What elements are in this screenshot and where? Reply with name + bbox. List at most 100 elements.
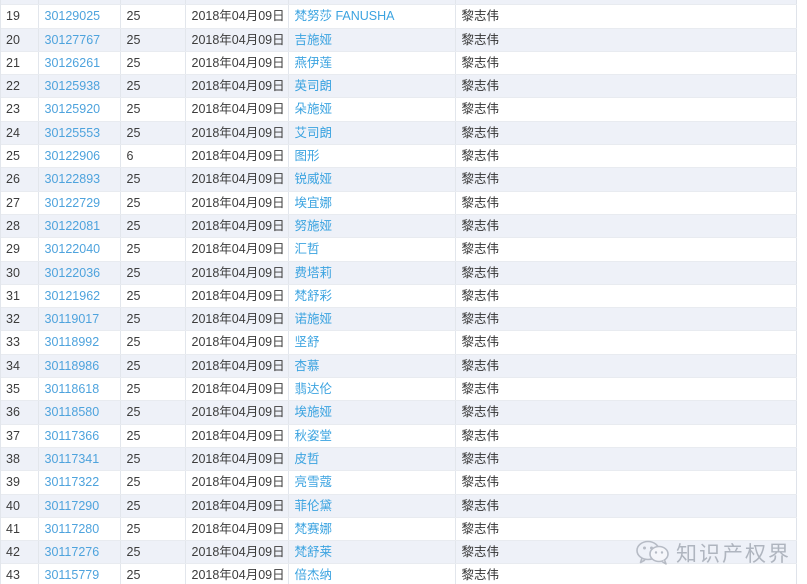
cell-reg_no[interactable]: 30126261 bbox=[38, 51, 121, 76]
cell-tm_name[interactable]: 倍杰纳 bbox=[288, 563, 456, 584]
cell-tm_name[interactable]: 燕伊莲 bbox=[288, 51, 456, 76]
table-row[interactable]: 40 30117290 25 2018年04月09日 菲伦黛 黎志伟 bbox=[0, 494, 797, 518]
cell-reg_no[interactable]: 30125553 bbox=[38, 121, 121, 146]
cell-tm_name[interactable]: 汇哲 bbox=[288, 237, 456, 262]
cell-tm_name[interactable]: 埃宜娜 bbox=[288, 191, 456, 215]
cell-tm_name-text[interactable]: 亮雪蔻 bbox=[295, 475, 333, 489]
cell-reg_no[interactable]: 30122906 bbox=[38, 144, 121, 169]
cell-reg_no-text[interactable]: 30126261 bbox=[45, 56, 101, 70]
cell-tm_name[interactable]: 菲伦黛 bbox=[288, 494, 456, 518]
cell-tm_name-text[interactable]: 图形 bbox=[295, 149, 320, 163]
cell-reg_no[interactable]: 30117276 bbox=[38, 540, 121, 565]
cell-reg_no[interactable]: 30117290 bbox=[38, 494, 121, 518]
table-row[interactable]: 39 30117322 25 2018年04月09日 亮雪蔻 黎志伟 bbox=[0, 470, 797, 495]
cell-tm_name-text[interactable]: 翡达伦 bbox=[295, 382, 333, 396]
cell-tm_name-text[interactable]: 燕伊莲 bbox=[295, 56, 333, 70]
cell-tm_name[interactable]: 吉施娅 bbox=[288, 28, 456, 52]
cell-tm_name-text[interactable]: 锐威娅 bbox=[295, 172, 333, 186]
cell-reg_no[interactable]: 30119017 bbox=[38, 307, 121, 332]
table-row[interactable]: 24 30125553 25 2018年04月09日 艾司朗 黎志伟 bbox=[0, 121, 797, 146]
cell-tm_name-text[interactable]: 菲伦黛 bbox=[295, 499, 333, 513]
cell-reg_no-text[interactable]: 30121962 bbox=[45, 289, 101, 303]
cell-tm_name-text[interactable]: 倍杰纳 bbox=[295, 568, 333, 582]
table-row[interactable]: 20 30127767 25 2018年04月09日 吉施娅 黎志伟 bbox=[0, 28, 797, 52]
cell-tm_name[interactable]: 艾司朗 bbox=[288, 121, 456, 146]
table-row[interactable]: 19 30129025 25 2018年04月09日 梵努莎 FANUSHA 黎志伟 bbox=[0, 4, 797, 29]
cell-tm_name[interactable]: 坚舒 bbox=[288, 330, 456, 355]
cell-reg_no-text[interactable]: 30118580 bbox=[45, 405, 100, 419]
table-row[interactable]: 21 30126261 25 2018年04月09日 燕伊莲 黎志伟 bbox=[0, 51, 797, 76]
cell-reg_no-text[interactable]: 30127767 bbox=[45, 33, 101, 47]
cell-tm_name[interactable]: 英司朗 bbox=[288, 74, 456, 99]
table-row[interactable]: 30 30122036 25 2018年04月09日 费塔莉 黎志伟 bbox=[0, 261, 797, 285]
cell-reg_no-text[interactable]: 30117276 bbox=[45, 545, 100, 559]
cell-tm_name-text[interactable]: 英司朗 bbox=[295, 79, 333, 93]
cell-reg_no-text[interactable]: 30117366 bbox=[45, 429, 100, 443]
cell-reg_no-text[interactable]: 30122081 bbox=[45, 219, 101, 233]
cell-reg_no-text[interactable]: 30125938 bbox=[45, 79, 101, 93]
cell-tm_name[interactable]: 梵赛娜 bbox=[288, 517, 456, 542]
cell-tm_name-text[interactable]: 诺施娅 bbox=[295, 312, 333, 326]
table-row[interactable]: 35 30118618 25 2018年04月09日 翡达伦 黎志伟 bbox=[0, 377, 797, 402]
cell-reg_no[interactable]: 30129025 bbox=[38, 4, 121, 29]
cell-reg_no-text[interactable]: 30115779 bbox=[45, 568, 100, 582]
cell-tm_name[interactable]: 埃施娅 bbox=[288, 400, 456, 425]
cell-tm_name-text[interactable]: 梵舒彩 bbox=[295, 289, 333, 303]
cell-tm_name[interactable]: 杏慕 bbox=[288, 354, 456, 379]
table-row[interactable]: 37 30117366 25 2018年04月09日 秋姿堂 黎志伟 bbox=[0, 424, 797, 448]
cell-reg_no-text[interactable]: 30125553 bbox=[45, 126, 101, 140]
cell-tm_name-text[interactable]: 梵努莎 FANUSHA bbox=[295, 9, 395, 23]
cell-tm_name-text[interactable]: 杏慕 bbox=[295, 359, 320, 373]
table-row[interactable]: 26 30122893 25 2018年04月09日 锐威娅 黎志伟 bbox=[0, 167, 797, 192]
cell-reg_no[interactable]: 30127767 bbox=[38, 28, 121, 52]
cell-reg_no[interactable]: 30125938 bbox=[38, 74, 121, 99]
cell-reg_no-text[interactable]: 30122729 bbox=[45, 196, 101, 210]
cell-reg_no-text[interactable]: 30122893 bbox=[45, 172, 101, 186]
cell-tm_name[interactable]: 皮哲 bbox=[288, 447, 456, 472]
cell-reg_no-text[interactable]: 30117322 bbox=[45, 475, 100, 489]
cell-tm_name[interactable]: 费塔莉 bbox=[288, 261, 456, 285]
cell-tm_name-text[interactable]: 梵赛娜 bbox=[295, 522, 333, 536]
table-row[interactable]: 28 30122081 25 2018年04月09日 努施娅 黎志伟 bbox=[0, 214, 797, 239]
cell-reg_no-text[interactable]: 30118992 bbox=[45, 335, 100, 349]
cell-reg_no-text[interactable]: 30118986 bbox=[45, 359, 100, 373]
table-row[interactable]: 23 30125920 25 2018年04月09日 朵施娅 黎志伟 bbox=[0, 97, 797, 122]
table-row[interactable]: 25 30122906 6 2018年04月09日 图形 黎志伟 bbox=[0, 144, 797, 169]
cell-reg_no[interactable]: 30122036 bbox=[38, 261, 121, 285]
cell-reg_no[interactable]: 30122893 bbox=[38, 167, 121, 192]
cell-reg_no-text[interactable]: 30122906 bbox=[45, 149, 101, 163]
cell-tm_name[interactable]: 梵努莎 FANUSHA bbox=[288, 4, 456, 29]
cell-tm_name[interactable]: 锐威娅 bbox=[288, 167, 456, 192]
cell-tm_name-text[interactable]: 埃施娅 bbox=[295, 405, 333, 419]
cell-reg_no-text[interactable]: 30117290 bbox=[45, 499, 100, 513]
table-row[interactable]: 42 30117276 25 2018年04月09日 梵舒莱 黎志伟 bbox=[0, 540, 797, 565]
table-row[interactable]: 31 30121962 25 2018年04月09日 梵舒彩 黎志伟 bbox=[0, 284, 797, 309]
cell-tm_name-text[interactable]: 埃宜娜 bbox=[295, 196, 333, 210]
cell-tm_name[interactable]: 努施娅 bbox=[288, 214, 456, 239]
cell-tm_name[interactable]: 梵舒莱 bbox=[288, 540, 456, 565]
table-row[interactable]: 38 30117341 25 2018年04月09日 皮哲 黎志伟 bbox=[0, 447, 797, 472]
cell-reg_no[interactable]: 30122729 bbox=[38, 191, 121, 215]
cell-reg_no-text[interactable]: 30129025 bbox=[45, 9, 101, 23]
cell-reg_no-text[interactable]: 30117341 bbox=[45, 452, 100, 466]
cell-tm_name[interactable]: 秋姿堂 bbox=[288, 424, 456, 448]
cell-tm_name-text[interactable]: 秋姿堂 bbox=[295, 429, 333, 443]
table-row[interactable]: 41 30117280 25 2018年04月09日 梵赛娜 黎志伟 bbox=[0, 517, 797, 542]
cell-reg_no-text[interactable]: 30117280 bbox=[45, 522, 100, 536]
table-row[interactable]: 27 30122729 25 2018年04月09日 埃宜娜 黎志伟 bbox=[0, 191, 797, 215]
table-row[interactable]: 29 30122040 25 2018年04月09日 汇哲 黎志伟 bbox=[0, 237, 797, 262]
cell-reg_no[interactable]: 30118580 bbox=[38, 400, 121, 425]
cell-tm_name[interactable]: 朵施娅 bbox=[288, 97, 456, 122]
cell-tm_name-text[interactable]: 努施娅 bbox=[295, 219, 333, 233]
cell-reg_no-text[interactable]: 30122040 bbox=[45, 242, 101, 256]
cell-tm_name-text[interactable]: 吉施娅 bbox=[295, 33, 333, 47]
cell-reg_no[interactable]: 30125920 bbox=[38, 97, 121, 122]
cell-tm_name-text[interactable]: 梵舒莱 bbox=[295, 545, 333, 559]
table-scroll-area[interactable]: 1830129148252018年04月09日梵司莲黎志伟19301290252… bbox=[0, 0, 807, 584]
cell-reg_no[interactable]: 30117341 bbox=[38, 447, 121, 472]
table-row[interactable]: 36 30118580 25 2018年04月09日 埃施娅 黎志伟 bbox=[0, 400, 797, 425]
table-row[interactable]: 43 30115779 25 2018年04月09日 倍杰纳 黎志伟 bbox=[0, 563, 797, 584]
table-row[interactable]: 32 30119017 25 2018年04月09日 诺施娅 黎志伟 bbox=[0, 307, 797, 332]
cell-reg_no-text[interactable]: 30122036 bbox=[45, 266, 101, 280]
cell-reg_no[interactable]: 30115779 bbox=[38, 563, 121, 584]
